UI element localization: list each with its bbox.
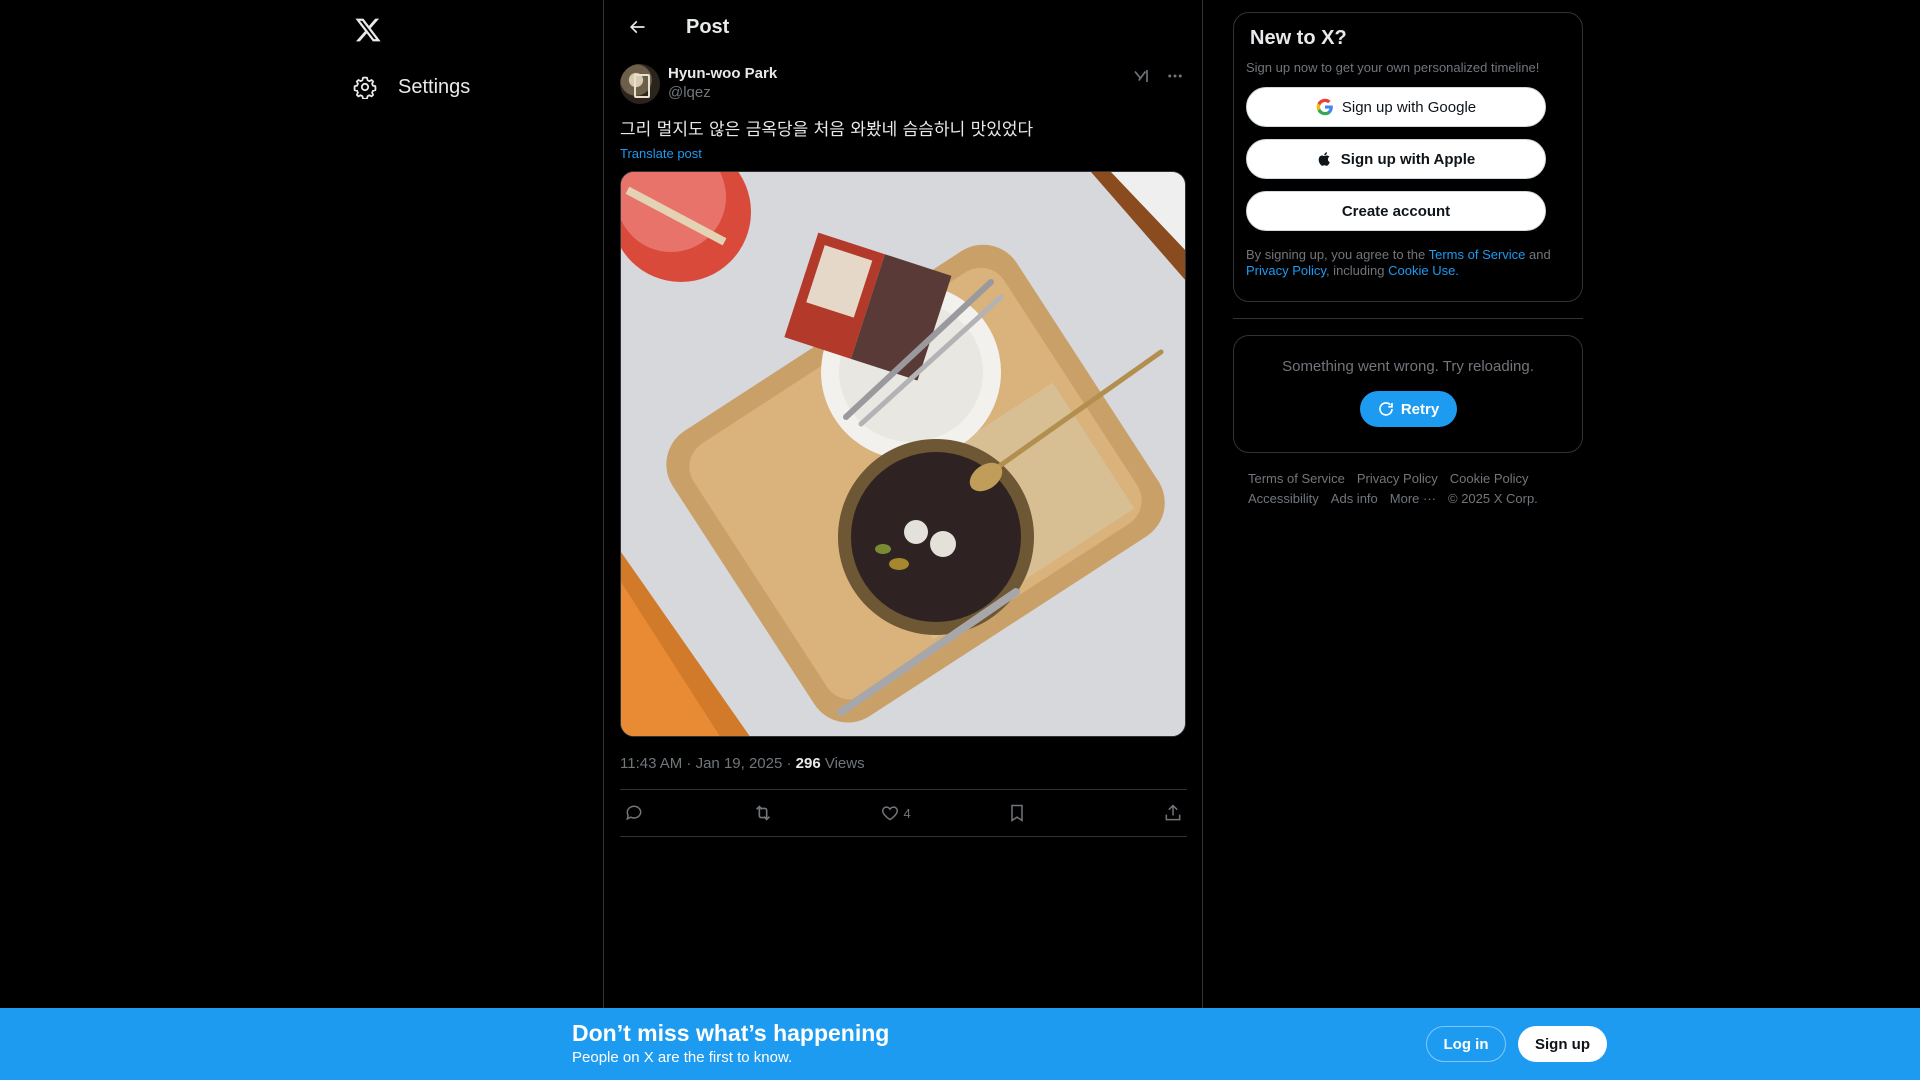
main-column: Post Hyun-woo Park @lqez 그리 멀지도 않은 금옥당을 … (603, 0, 1203, 1080)
reply-button[interactable] (624, 803, 672, 823)
post-text: 그리 멀지도 않은 금옥당을 처음 와봤네 슴슴하니 맛있었다 (620, 120, 1034, 140)
apple-icon (1317, 150, 1333, 168)
reply-icon (626, 805, 642, 821)
nav-item-settings[interactable]: Settings (346, 68, 476, 106)
gear-icon (352, 74, 378, 100)
signup-apple-button[interactable]: Sign up with Apple (1246, 139, 1546, 179)
right-sidebar: New to X? Sign up now to get your own pe… (1233, 0, 1583, 509)
retry-label: Retry (1400, 400, 1440, 418)
post-actions: 4 (620, 789, 1187, 837)
privacy-link[interactable]: Privacy Policy (1246, 263, 1326, 278)
back-button[interactable] (620, 10, 654, 44)
post-meta: 11:43 AM · Jan 19, 2025 · 296 Views (620, 755, 1187, 775)
repost-button[interactable] (752, 802, 800, 824)
signup-google-label: Sign up with Google (1341, 98, 1477, 116)
create-account-label: Create account (1341, 202, 1451, 220)
grok-icon[interactable] (1129, 64, 1153, 88)
bottom-headline: Don’t miss what’s happening (572, 1020, 890, 1046)
footer-link-ads[interactable]: Ads info (1331, 489, 1378, 509)
bookmark-button[interactable] (1007, 803, 1055, 823)
translate-post-link[interactable]: Translate post (620, 146, 1187, 161)
views-label: Views (820, 755, 865, 772)
footer-link-cookie[interactable]: Cookie Policy (1450, 469, 1529, 489)
post-author: Hyun-woo Park @lqez (620, 64, 1187, 108)
page: Settings Post Hyun-woo Park @lqez 그리 멀지도… (0, 0, 1920, 1080)
bottom-signup-bar: Don’t miss what’s happening People on X … (0, 1008, 1920, 1080)
post-image[interactable] (620, 171, 1186, 737)
footer-link-terms[interactable]: Terms of Service (1248, 469, 1345, 489)
back-arrow-icon (629, 20, 645, 34)
divider (1233, 318, 1583, 319)
food-tray-photo (621, 172, 1185, 736)
login-button[interactable]: Log in (1426, 1026, 1506, 1062)
google-icon (1316, 98, 1334, 116)
new-to-x-card: New to X? Sign up now to get your own pe… (1233, 12, 1583, 302)
retry-button[interactable]: Retry (1359, 391, 1457, 427)
like-icon (881, 806, 898, 821)
footer-link-accessibility[interactable]: Accessibility (1248, 489, 1319, 509)
author-handle[interactable]: @lqez (668, 83, 777, 102)
views-count: 296 (795, 755, 821, 772)
avatar[interactable] (620, 64, 660, 104)
legal-prefix: By signing up, you agree to the (1246, 247, 1429, 262)
repost-icon (755, 805, 770, 821)
error-card: Something went wrong. Try reloading. Ret… (1233, 335, 1583, 453)
post-header: Post (604, 0, 1202, 54)
more-icon[interactable] (1163, 64, 1187, 88)
signup-google-button[interactable]: Sign up with Google (1246, 87, 1546, 127)
signup-legal-text: By signing up, you agree to the Terms of… (1246, 247, 1570, 279)
post: Hyun-woo Park @lqez 그리 멀지도 않은 금옥당을 처음 와봤… (620, 64, 1187, 837)
signup-subtitle: Sign up now to get your own personalized… (1246, 60, 1540, 75)
settings-label: Settings (398, 75, 471, 98)
like-button[interactable]: 4 (880, 803, 928, 823)
legal-including: , including (1325, 263, 1389, 278)
error-message: Something went wrong. Try reloading. (1282, 358, 1534, 375)
footer-copyright: © 2025 X Corp. (1448, 491, 1538, 506)
create-account-button[interactable]: Create account (1246, 191, 1546, 231)
footer-links: Terms of Service Privacy Policy Cookie Pol… (1233, 469, 1583, 509)
terms-link[interactable]: Terms of Service (1429, 247, 1526, 262)
page-title: Post (686, 15, 730, 38)
cookie-link[interactable]: Cookie Use. (1388, 263, 1459, 278)
refresh-icon (1379, 402, 1393, 416)
footer-link-more[interactable]: More ··· (1390, 489, 1436, 509)
share-icon (1165, 804, 1181, 821)
signup-title: New to X? (1250, 27, 1347, 49)
signup-button[interactable]: Sign up (1518, 1026, 1607, 1062)
legal-and: and (1525, 247, 1551, 262)
like-count: 4 (903, 805, 911, 821)
bookmark-icon (1011, 804, 1023, 822)
signup-apple-label: Sign up with Apple (1340, 150, 1476, 168)
share-button[interactable] (1135, 803, 1183, 823)
footer-link-privacy[interactable]: Privacy Policy (1357, 469, 1438, 489)
bottom-subline: People on X are the first to know. (572, 1049, 793, 1066)
x-logo-icon[interactable] (348, 10, 388, 50)
author-name[interactable]: Hyun-woo Park (668, 64, 777, 83)
post-timestamp[interactable]: 11:43 AM · Jan 19, 2025 · (620, 755, 796, 772)
